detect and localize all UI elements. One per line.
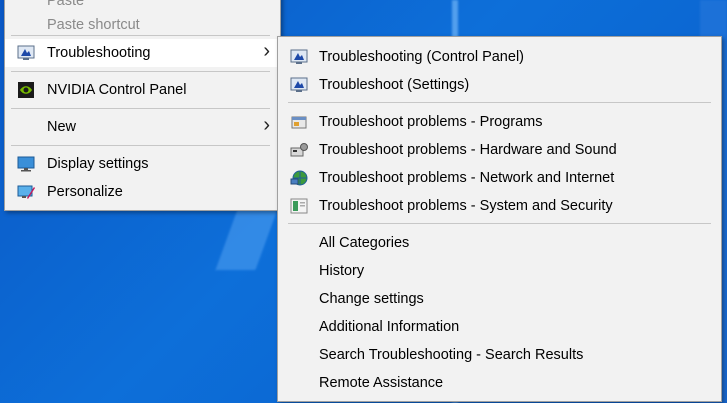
system-security-icon: [290, 197, 308, 215]
submenu-item-change-settings[interactable]: Change settings: [278, 285, 721, 313]
submenu-item-history[interactable]: History: [278, 257, 721, 285]
menu-item-label: New: [47, 119, 77, 135]
menu-separator: [11, 108, 270, 109]
troubleshoot-icon: [17, 44, 35, 62]
menu-item-label: Display settings: [47, 156, 149, 172]
menu-item-label: NVIDIA Control Panel: [47, 82, 187, 98]
menu-item-label: Additional Information: [319, 319, 460, 335]
nvidia-icon: [17, 81, 35, 99]
menu-item-display-settings[interactable]: Display settings: [5, 150, 280, 178]
submenu-item-search-results[interactable]: Search Troubleshooting - Search Results: [278, 341, 721, 369]
menu-item-label: Troubleshoot problems - Hardware and Sou…: [319, 142, 617, 158]
submenu-arrow-icon: ›: [263, 114, 270, 136]
menu-item-label: Personalize: [47, 184, 123, 200]
menu-item-label: Paste shortcut: [47, 17, 140, 33]
submenu-item-programs[interactable]: Troubleshoot problems - Programs: [278, 108, 721, 136]
menu-item-label: Troubleshoot problems - Network and Inte…: [319, 170, 615, 186]
menu-item-personalize[interactable]: Personalize: [5, 178, 280, 206]
submenu-item-hardware-sound[interactable]: Troubleshoot problems - Hardware and Sou…: [278, 136, 721, 164]
troubleshoot-icon: [290, 48, 308, 66]
menu-item-label: All Categories: [319, 235, 410, 251]
network-icon: [290, 169, 308, 187]
submenu-item-system-security[interactable]: Troubleshoot problems - System and Secur…: [278, 192, 721, 220]
menu-item-label: Change settings: [319, 291, 424, 307]
submenu-item-network-internet[interactable]: Troubleshoot problems - Network and Inte…: [278, 164, 721, 192]
menu-item-troubleshooting[interactable]: Troubleshooting ›: [5, 39, 280, 67]
desktop-context-menu: Paste Paste shortcut Troubleshooting › N…: [4, 0, 281, 211]
menu-separator: [11, 145, 270, 146]
menu-item-nvidia-control-panel[interactable]: NVIDIA Control Panel: [5, 76, 280, 104]
menu-separator: [11, 71, 270, 72]
troubleshooting-submenu: Troubleshooting (Control Panel) Troubles…: [277, 36, 722, 402]
menu-item-label: Troubleshooting (Control Panel): [319, 49, 524, 65]
submenu-item-additional-information[interactable]: Additional Information: [278, 313, 721, 341]
menu-item-new[interactable]: New ›: [5, 113, 280, 141]
menu-separator: [11, 35, 270, 36]
menu-separator: [288, 102, 711, 103]
menu-item-label: Troubleshoot (Settings): [319, 77, 470, 93]
menu-item-label: Troubleshoot problems - System and Secur…: [319, 198, 613, 214]
submenu-item-remote-assistance[interactable]: Remote Assistance: [278, 369, 721, 397]
hardware-sound-icon: [290, 141, 308, 159]
menu-separator: [288, 223, 711, 224]
submenu-item-troubleshoot-settings[interactable]: Troubleshoot (Settings): [278, 71, 721, 99]
menu-item-label: History: [319, 263, 365, 279]
submenu-arrow-icon: ›: [263, 40, 270, 62]
submenu-item-troubleshooting-control-panel[interactable]: Troubleshooting (Control Panel): [278, 43, 721, 71]
menu-item-label: Paste: [47, 0, 85, 9]
menu-item-label: Search Troubleshooting - Search Results: [319, 347, 584, 363]
menu-item-label: Troubleshooting: [47, 45, 151, 61]
programs-icon: [290, 113, 308, 131]
menu-item-label: Troubleshoot problems - Programs: [319, 114, 543, 130]
menu-item-label: Remote Assistance: [319, 375, 444, 391]
personalize-icon: [17, 183, 35, 201]
troubleshoot-icon: [290, 76, 308, 94]
display-settings-icon: [17, 155, 35, 173]
submenu-item-all-categories[interactable]: All Categories: [278, 229, 721, 257]
